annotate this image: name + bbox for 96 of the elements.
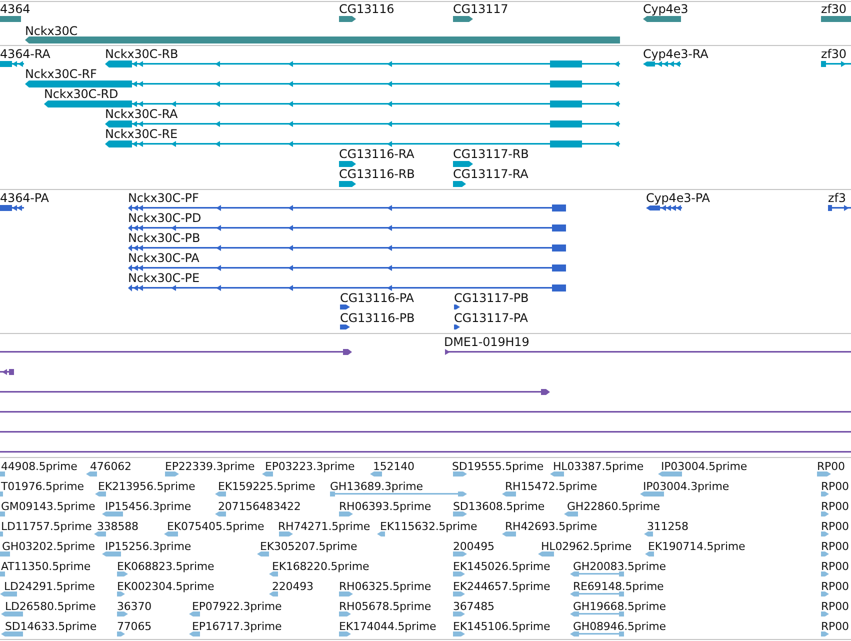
- feature-label: CG13117-PA: [454, 311, 528, 325]
- feature-label: LD24291.5prime: [4, 580, 95, 593]
- feature-label: 77065: [117, 620, 152, 633]
- feature-label: GH08946.5prime: [573, 620, 666, 633]
- feature-label: Cyp4e3-RA: [643, 47, 708, 61]
- feature-label: CG13116-RA: [339, 147, 414, 161]
- feature-label: RE69148.5prime: [573, 580, 664, 593]
- feature-label: 311258: [647, 520, 688, 533]
- feature-label: Nckx30C-PF: [128, 191, 199, 205]
- feature-label: IP03004.5prime: [661, 460, 748, 473]
- feature-label: RP00: [821, 520, 849, 533]
- feature-label: EK190714.5prime: [648, 540, 746, 553]
- feature-label: GH03202.5prime: [2, 540, 95, 553]
- feature-label: Nckx30C-PA: [128, 251, 200, 265]
- feature-label: EK145026.5prime: [453, 560, 550, 573]
- feature-label: GM09143.5prime: [1, 500, 96, 513]
- feature-label: GH13689.3prime: [330, 480, 423, 493]
- feature-label: 200495: [453, 540, 494, 553]
- feature-label: RH15472.5prime: [505, 480, 598, 493]
- feature-label: T01976.5prime: [1, 480, 84, 493]
- feature-label: 207156483422: [218, 500, 301, 513]
- feature-label: Nckx30C: [25, 24, 78, 38]
- feature-label: CG13117: [453, 2, 508, 16]
- feature-label: RH06393.5prime: [339, 500, 432, 513]
- feature-label: HL03387.5prime: [553, 460, 644, 473]
- feature-label: SD14633.5prime: [5, 620, 97, 633]
- feature-label: Nckx30C-PE: [128, 271, 200, 285]
- feature-label: EP07922.3prime: [192, 600, 282, 613]
- feature-label: EK068823.5prime: [117, 560, 214, 573]
- feature-label: EK305207.5prime: [260, 540, 358, 553]
- feature-label: Nckx30C-RA: [105, 107, 178, 121]
- feature-label: 367485: [453, 600, 494, 613]
- feature-label: AT11350.5prime: [1, 560, 91, 573]
- feature-label: EK145106.5prime: [453, 620, 550, 633]
- feature-label: EK075405.5prime: [167, 520, 264, 533]
- feature-label: RP00: [821, 540, 849, 553]
- feature-label: 44908.5prime: [1, 460, 78, 473]
- feature-label: GH19668.5prime: [573, 600, 666, 613]
- feature-label: EK159225.5prime: [218, 480, 316, 493]
- feature-label: EK174044.5prime: [339, 620, 436, 633]
- feature-label: IP03004.3prime: [643, 480, 730, 493]
- feature-label: EP03223.3prime: [265, 460, 355, 473]
- feature-label: Cyp4e3: [643, 2, 688, 16]
- feature-label: Nckx30C-RB: [105, 47, 178, 61]
- feature-label: 338588: [97, 520, 138, 533]
- feature-label: RP00: [821, 620, 849, 633]
- feature-label: CG13117-RB: [453, 147, 529, 161]
- feature-label: EK244657.5prime: [453, 580, 550, 593]
- feature-label: HL02962.5prime: [541, 540, 632, 553]
- feature-label: IP15456.3prime: [105, 500, 192, 513]
- feature-label: EP16717.3prime: [192, 620, 282, 633]
- feature-label: Nckx30C-RD: [44, 87, 118, 101]
- feature-label: RP00: [817, 460, 845, 473]
- feature-label: RH06325.5prime: [339, 580, 432, 593]
- feature-label: IP15256.3prime: [105, 540, 192, 553]
- feature-label: CG13116-PA: [340, 291, 414, 305]
- feature-label: RH42693.5prime: [505, 520, 598, 533]
- feature-label: Cyp4e3-PA: [646, 191, 710, 205]
- feature-label: EK115632.5prime: [380, 520, 478, 533]
- feature-label: EK168220.5prime: [272, 560, 370, 573]
- feature-label: LD11757.5prime: [1, 520, 92, 533]
- feature-label: 36370: [117, 600, 152, 613]
- feature-label: EK002304.5prime: [117, 580, 214, 593]
- feature-label: EK213956.5prime: [98, 480, 196, 493]
- feature-label: 4364: [0, 2, 30, 16]
- feature-label: SD13608.5prime: [453, 500, 545, 513]
- feature-label: GH22860.5prime: [567, 500, 660, 513]
- feature-label: RH05678.5prime: [339, 600, 432, 613]
- feature-label: RP00: [821, 480, 849, 493]
- feature-label: 220493: [272, 580, 314, 593]
- feature-label: Nckx30C-PD: [128, 211, 202, 225]
- feature-label: 4364-RA: [0, 47, 50, 61]
- feature-label: Nckx30C-RF: [25, 67, 97, 81]
- feature-label: EP22339.3prime: [165, 460, 255, 473]
- feature-label: 4364-PA: [0, 191, 49, 205]
- feature-label: zf30: [821, 47, 846, 61]
- feature-label: CG13117-PB: [454, 291, 529, 305]
- feature-label: zf3: [828, 191, 846, 205]
- feature-label: DME1-019H19: [444, 335, 530, 349]
- feature-label: RP00: [821, 580, 849, 593]
- feature-label: RP00: [821, 600, 849, 613]
- feature-label: RP00: [821, 560, 849, 573]
- feature-label: Nckx30C-RE: [105, 127, 178, 141]
- feature-label: Nckx30C-PB: [128, 231, 200, 245]
- feature-label: LD26580.5prime: [5, 600, 96, 613]
- feature-label: 476062: [90, 460, 132, 473]
- feature-label: RP00: [821, 500, 849, 513]
- feature-label: CG13116-PB: [340, 311, 415, 325]
- feature-label: GH20083.5prime: [573, 560, 666, 573]
- feature-label: 152140: [373, 460, 414, 473]
- feature-label: zf30: [821, 2, 846, 16]
- feature-label: RH74271.5prime: [278, 520, 370, 533]
- feature-label: CG13116-RB: [339, 167, 415, 181]
- feature-label: SD19555.5prime: [452, 460, 544, 473]
- feature-label: CG13117-RA: [453, 167, 528, 181]
- feature-label: CG13116: [339, 2, 394, 16]
